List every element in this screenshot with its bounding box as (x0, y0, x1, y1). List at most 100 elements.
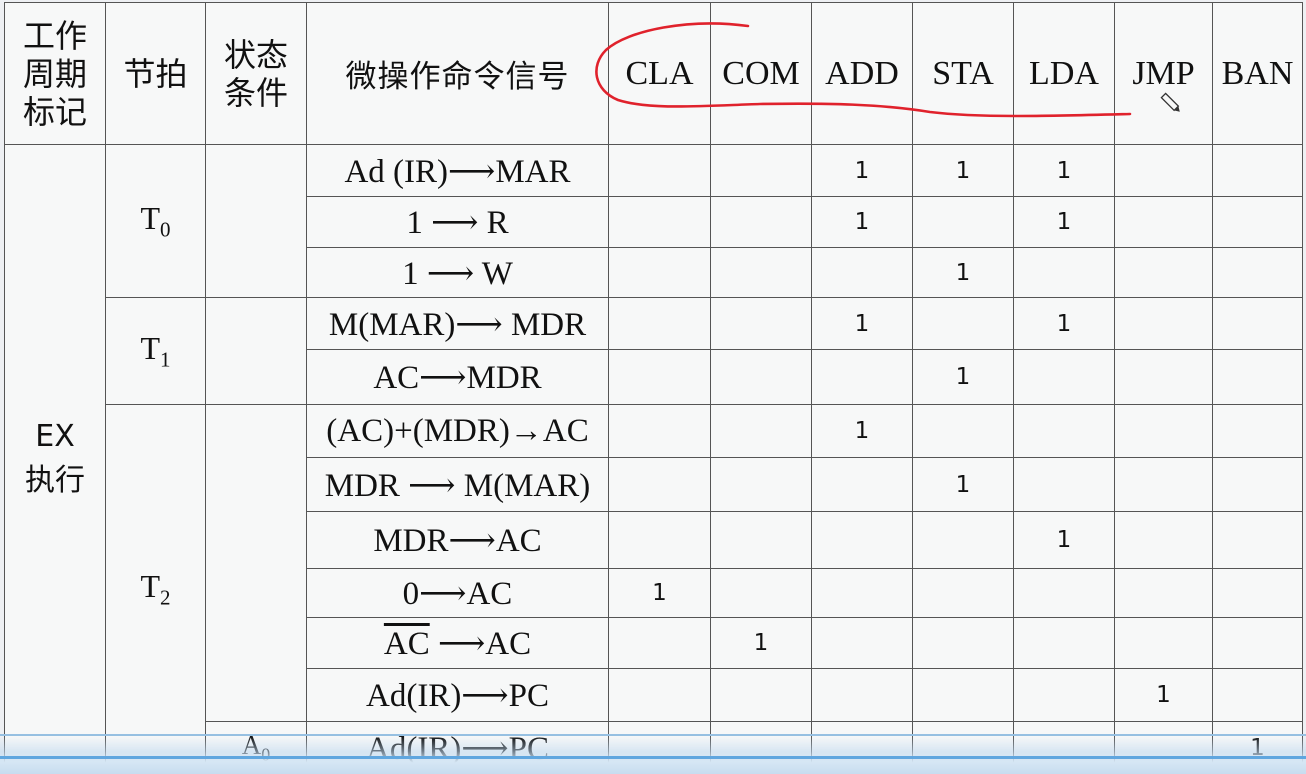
mark-cell (912, 196, 1014, 248)
mark-cell (1114, 247, 1213, 298)
mark-cell (1114, 617, 1213, 669)
signal-cell: Ad (IR)⟶MAR (306, 144, 609, 197)
mark-cell (608, 349, 711, 405)
mark-cell (912, 297, 1014, 350)
mark-cell: 1 (1013, 196, 1115, 248)
mark-cell (1212, 247, 1303, 298)
signal-cell: (AC)+(MDR)→AC (306, 404, 609, 458)
mark-cell (1013, 668, 1115, 722)
mark-cell: 1 (912, 349, 1014, 405)
overlined-ac: AC (383, 626, 430, 662)
mark-cell (608, 404, 711, 458)
mark-cell (1013, 404, 1115, 458)
mark-cell (608, 668, 711, 722)
condition-cell-t1 (205, 297, 307, 405)
mark-cell: 1 (811, 196, 913, 248)
mark-cell (608, 617, 711, 669)
mark-cell (912, 617, 1014, 669)
mark-cell (811, 511, 913, 569)
mark-cell: 1 (1013, 511, 1115, 569)
mark-cell: 1 (608, 568, 711, 618)
mark-cell (1114, 297, 1213, 350)
mark-cell (1212, 617, 1303, 669)
table-row: EX 执行 T0 Ad (IR)⟶MAR 111 (4, 144, 1303, 774)
header-op-sta: STA (912, 2, 1014, 145)
mark-cell (710, 349, 812, 405)
beat-t0: T0 (105, 144, 206, 298)
mark-cell (710, 144, 812, 197)
signal-cell: Ad(IR)⟶PC (306, 668, 609, 722)
microoperation-table: 工作 周期 标记 节拍 状态 条件 微操作命令信号 CLA COM ADD STA L… (4, 2, 1303, 774)
mark-cell (710, 668, 812, 722)
stage-ex-label: EX 执行 (4, 144, 106, 774)
mark-cell (811, 568, 913, 618)
mark-cell (811, 349, 913, 405)
mark-cell (1013, 457, 1115, 512)
mark-cell (1013, 568, 1115, 618)
mark-cell: 1 (1013, 144, 1115, 197)
mark-cell (1013, 247, 1115, 298)
beat-t2: T2 (105, 404, 206, 774)
mark-cell (608, 457, 711, 512)
mark-cell (710, 511, 812, 569)
mark-cell: 1 (1013, 297, 1115, 350)
table-row: T1 M(MAR)⟶ MDR 11 (5, 297, 1303, 405)
mark-cell: 1 (912, 144, 1014, 197)
header-op-add: ADD (811, 2, 913, 145)
mark-cell (1212, 349, 1303, 405)
bottom-blue-line (0, 756, 1306, 759)
header-op-jmp: JMP (1114, 2, 1213, 145)
mark-cell (1212, 404, 1303, 458)
header-beat-label: 节拍 (105, 2, 206, 145)
mark-cell (710, 404, 812, 458)
mark-cell (1212, 144, 1303, 197)
mark-cell (608, 511, 711, 569)
header-op-ban: BAN (1212, 2, 1303, 145)
mark-cell (1212, 511, 1303, 569)
mark-cell (1114, 511, 1213, 569)
mark-cell (811, 247, 913, 298)
signal-cell: AC ⟶AC (306, 617, 609, 669)
mark-cell (1212, 568, 1303, 618)
condition-cell-t2 (205, 404, 307, 722)
mark-cell (710, 297, 812, 350)
signal-cell: 0⟶AC (306, 568, 609, 618)
mark-cell: 1 (811, 297, 913, 350)
mark-cell (710, 196, 812, 248)
screenshot-root: 工作 周期 标记 节拍 状态 条件 微操作命令信号 CLA COM ADD STA L… (0, 0, 1306, 774)
mark-cell: 1 (912, 247, 1014, 298)
header-condition-label: 状态 条件 (205, 2, 307, 145)
mark-cell (1212, 457, 1303, 512)
mark-cell (1114, 568, 1213, 618)
mark-cell (1212, 668, 1303, 722)
mark-cell (1114, 457, 1213, 512)
mark-cell (1114, 144, 1213, 197)
bottom-decorative-strip (0, 734, 1306, 774)
header-op-cla: CLA (608, 2, 711, 145)
mark-cell (608, 297, 711, 350)
mark-cell (1114, 404, 1213, 458)
table-row: T2 (AC)+(MDR)→AC 1 (5, 404, 1303, 774)
header-op-com: COM (710, 2, 812, 145)
signal-cell: 1 ⟶ R (306, 196, 609, 248)
mark-cell: 1 (811, 404, 913, 458)
mark-cell (912, 568, 1014, 618)
mark-cell (1013, 349, 1115, 405)
mark-cell (912, 511, 1014, 569)
mark-cell (608, 144, 711, 197)
header-row: 工作 周期 标记 节拍 状态 条件 微操作命令信号 CLA COM ADD STA L… (4, 2, 1303, 145)
header-signal-label: 微操作命令信号 (306, 2, 609, 145)
mark-cell: 1 (710, 617, 812, 669)
mark-cell: 1 (811, 144, 913, 197)
signal-cell: AC⟶MDR (306, 349, 609, 405)
mark-cell (811, 457, 913, 512)
mark-cell (912, 404, 1014, 458)
mark-cell (912, 668, 1014, 722)
mark-cell (811, 668, 913, 722)
signal-cell: MDR⟶AC (306, 511, 609, 569)
mark-cell (608, 247, 711, 298)
mark-cell (1212, 196, 1303, 248)
mark-cell (1114, 349, 1213, 405)
mark-cell (1212, 297, 1303, 350)
mark-cell (811, 617, 913, 669)
